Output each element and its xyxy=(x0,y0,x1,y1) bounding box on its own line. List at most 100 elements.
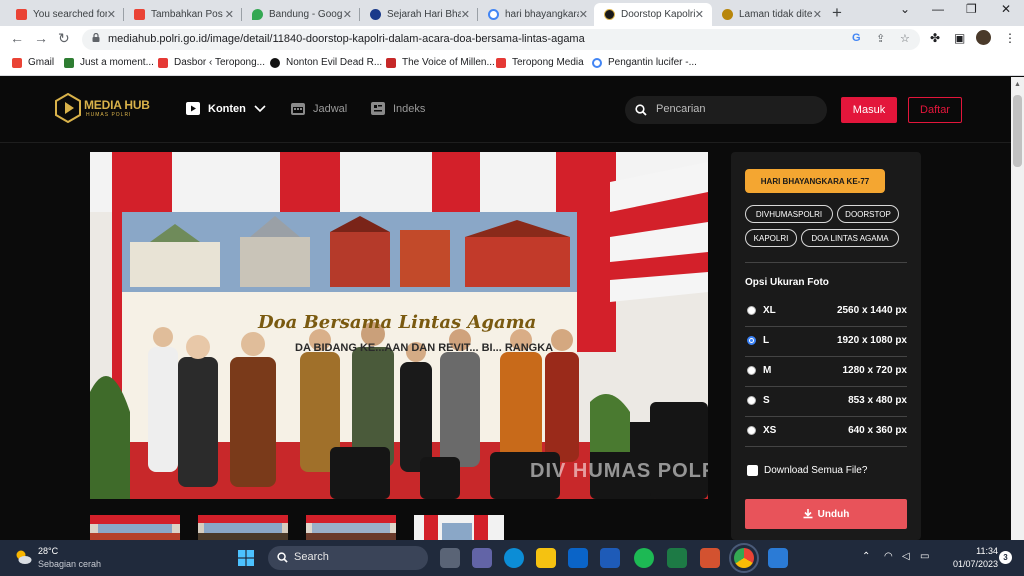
file-explorer-gray-icon[interactable] xyxy=(440,548,460,568)
share-icon[interactable]: ⇪ xyxy=(876,32,885,45)
battery-icon[interactable]: ▭ xyxy=(920,551,929,562)
teams-icon[interactable] xyxy=(472,548,492,568)
notification-badge[interactable]: 3 xyxy=(999,551,1012,564)
edge-icon[interactable] xyxy=(504,548,524,568)
chevron-up-icon[interactable]: ⌃ xyxy=(862,551,870,562)
bookmark-item[interactable]: Just a moment... xyxy=(64,57,154,68)
scroll-up-icon[interactable]: ▲ xyxy=(1014,81,1021,88)
size-option-xl[interactable]: XL 2560 x 1440 px xyxy=(745,297,907,327)
search-input[interactable]: Pencarian xyxy=(625,96,827,124)
back-icon[interactable]: ← xyxy=(10,30,24,46)
size-option-m[interactable]: M 1280 x 720 px xyxy=(745,357,907,387)
close-icon[interactable]: ✕ xyxy=(343,8,352,21)
bookmark-item[interactable]: Pengantin lucifer -... xyxy=(592,57,697,68)
close-icon[interactable]: ✕ xyxy=(695,8,704,21)
size-option-xs[interactable]: XS 640 x 360 px xyxy=(745,417,907,447)
close-window-icon[interactable]: ✕ xyxy=(1001,2,1011,16)
weather-description[interactable]: Sebagian cerah xyxy=(38,559,101,569)
new-tab-icon[interactable]: + xyxy=(832,3,842,23)
bookmark-item[interactable]: The Voice of Millen... xyxy=(386,57,495,68)
size-option-s[interactable]: S 853 x 480 px xyxy=(745,387,907,417)
bookmark-star-icon[interactable]: ☆ xyxy=(900,32,910,45)
browser-tab[interactable]: hari bhayangkara ✕ xyxy=(478,3,596,26)
clock-time[interactable]: 11:34 xyxy=(948,546,998,556)
restore-icon[interactable]: ❐ xyxy=(966,2,977,16)
radio-button[interactable] xyxy=(747,396,756,405)
download-button[interactable]: Unduh xyxy=(745,499,907,529)
volume-icon[interactable]: ◁ xyxy=(902,551,910,562)
chrome-icon[interactable] xyxy=(729,543,759,573)
close-icon[interactable]: ✕ xyxy=(813,8,822,21)
site-header: MEDIA HUB HUMAS POLRI Konten Jadwal Inde… xyxy=(0,77,1011,143)
photo-thumbnail[interactable] xyxy=(414,515,504,540)
nav-indeks-label: Indeks xyxy=(393,102,426,115)
wifi-icon[interactable]: ◠ xyxy=(884,551,893,562)
tag-chip[interactable]: KAPOLRI xyxy=(745,229,797,247)
photo-thumbnail[interactable] xyxy=(306,515,396,540)
browser-tab[interactable]: You searched for ✕ xyxy=(6,3,124,26)
banner-title-text: Doa Bersama Lintas Agama xyxy=(258,312,537,333)
side-panel-icon[interactable]: ▣ xyxy=(954,31,965,45)
gmail-icon xyxy=(134,9,145,20)
photo-thumbnail[interactable] xyxy=(198,515,288,540)
size-option-l[interactable]: L 1920 x 1080 px xyxy=(745,327,907,357)
profile-avatar[interactable] xyxy=(976,30,991,45)
radio-button[interactable] xyxy=(747,426,756,435)
address-bar[interactable]: mediahub.polri.go.id/image/detail/11840-… xyxy=(82,29,920,50)
taskbar-search-input[interactable]: Search xyxy=(268,546,428,570)
close-icon[interactable]: ✕ xyxy=(461,8,470,21)
mail-icon[interactable] xyxy=(568,548,588,568)
download-all-label: Download Semua File? xyxy=(764,465,868,476)
mediahub-icon xyxy=(604,9,615,20)
size-name: XS xyxy=(763,425,777,436)
extensions-icon[interactable]: ✤ xyxy=(930,31,940,45)
radio-button[interactable] xyxy=(747,306,756,315)
nav-konten[interactable]: Konten xyxy=(186,102,266,115)
powerpoint-icon[interactable] xyxy=(700,548,720,568)
browser-tab[interactable]: Laman tidak ditem ✕ xyxy=(712,3,830,26)
word-icon[interactable] xyxy=(600,548,620,568)
login-button[interactable]: Masuk xyxy=(841,97,897,123)
partly-sunny-icon[interactable] xyxy=(14,549,32,565)
google-lens-icon[interactable]: G xyxy=(852,32,861,44)
browser-tab-active[interactable]: Doorstop Kapolri ✕ xyxy=(594,3,712,26)
forward-icon[interactable]: → xyxy=(34,30,48,46)
bookmark-item[interactable]: Nonton Evil Dead R... xyxy=(270,57,382,68)
weather-temperature[interactable]: 28°C xyxy=(38,546,58,556)
close-icon[interactable]: ✕ xyxy=(225,8,234,21)
download-all-checkbox[interactable] xyxy=(747,465,758,476)
browser-tab[interactable]: Bandung - Google ✕ xyxy=(242,3,360,26)
spotify-icon[interactable] xyxy=(634,548,654,568)
tab-title: Doorstop Kapolri xyxy=(621,9,695,20)
radio-button[interactable] xyxy=(747,366,756,375)
bookmark-item[interactable]: Teropong Media xyxy=(496,57,584,68)
media-hub-logo[interactable]: MEDIA HUB HUMAS POLRI xyxy=(54,92,150,124)
register-button[interactable]: Daftar xyxy=(908,97,962,123)
bookmark-item[interactable]: Gmail xyxy=(12,57,54,68)
windows-start-icon[interactable] xyxy=(238,550,254,566)
browser-tab[interactable]: Sejarah Hari Bhay ✕ xyxy=(360,3,478,26)
tag-chip[interactable]: DOORSTOP xyxy=(837,205,899,223)
tag-chip[interactable]: DIVHUMASPOLRI xyxy=(745,205,833,223)
reload-icon[interactable]: ↻ xyxy=(58,30,70,47)
scroll-thumb[interactable] xyxy=(1013,95,1022,167)
nav-jadwal[interactable]: Jadwal xyxy=(291,102,347,115)
category-tag[interactable]: HARI BHAYANGKARA KE-77 xyxy=(745,169,885,193)
snipping-tool-icon[interactable] xyxy=(768,548,788,568)
excel-icon[interactable] xyxy=(667,548,687,568)
tab-search-icon[interactable]: ⌄ xyxy=(900,2,910,16)
main-photo[interactable]: Doa Bersama Lintas Agama DA BIDANG KE...… xyxy=(90,152,708,499)
browser-tab[interactable]: Tambahkan Pos B ✕ xyxy=(124,3,242,26)
page-scrollbar[interactable]: ▲ xyxy=(1011,77,1024,540)
bookmark-item[interactable]: Dasbor ‹ Teropong... xyxy=(158,57,265,68)
clock-date[interactable]: 01/07/2023 xyxy=(938,559,998,569)
minimize-icon[interactable]: — xyxy=(932,2,944,16)
radio-button-checked[interactable] xyxy=(747,336,756,345)
close-icon[interactable]: ✕ xyxy=(107,8,116,21)
photo-thumbnail[interactable] xyxy=(90,515,180,540)
tag-chip[interactable]: DOA LINTAS AGAMA xyxy=(801,229,899,247)
close-icon[interactable]: ✕ xyxy=(579,8,588,21)
menu-icon[interactable]: ⋮ xyxy=(1004,31,1016,45)
folder-icon[interactable] xyxy=(536,548,556,568)
nav-indeks[interactable]: Indeks xyxy=(371,102,425,115)
